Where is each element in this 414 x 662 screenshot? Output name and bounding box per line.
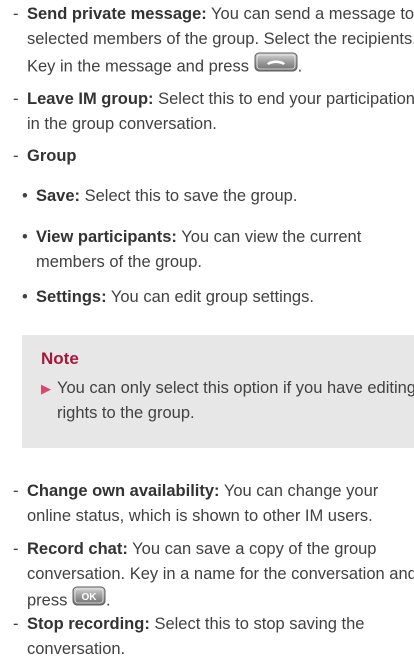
- item-title: Change own availability:: [27, 482, 220, 500]
- subitem-title: Save:: [36, 187, 81, 205]
- subitem-title: View participants:: [36, 228, 177, 246]
- dash-marker: -: [13, 615, 19, 633]
- dash-marker: -: [13, 5, 19, 23]
- note-text: You can only select this option if you h…: [57, 379, 414, 422]
- ok-key-icon: OK: [72, 586, 106, 614]
- stop-recording-item: - Stop recording: Select this to stop sav…: [13, 612, 414, 662]
- send-key-icon: [254, 51, 298, 81]
- manual-page: - Send private message: You can send a me…: [0, 0, 414, 658]
- dash-marker: -: [13, 147, 19, 165]
- ok-key-label: OK: [81, 592, 97, 603]
- note-title: Note: [41, 349, 79, 368]
- change-availability-item: - Change own availability: You can change…: [13, 479, 414, 529]
- group-item: - Group: [13, 144, 414, 169]
- dash-marker: -: [13, 540, 19, 558]
- item-title: Group: [27, 147, 77, 165]
- item-end-punctuation: .: [297, 57, 303, 76]
- dash-marker: -: [13, 90, 19, 108]
- note-box: Note ▶ You can only select this option if…: [22, 335, 414, 448]
- item-title: Stop recording:: [27, 615, 150, 633]
- subitem-title: Settings:: [36, 288, 107, 306]
- dash-marker: -: [13, 482, 19, 500]
- item-title: Leave IM group:: [27, 90, 154, 108]
- bullet-marker: •: [22, 187, 28, 205]
- note-text-row: ▶ You can only select this option if you …: [41, 376, 414, 426]
- view-participants-subitem: • View participants: You can view the cur…: [22, 225, 414, 275]
- leave-im-group-item: - Leave IM group: Select this to end your…: [13, 87, 414, 137]
- item-title: Record chat:: [27, 540, 128, 558]
- save-subitem: • Save: Select this to save the group.: [22, 184, 414, 209]
- item-end-punctuation: .: [105, 591, 111, 610]
- bullet-marker: •: [22, 288, 28, 306]
- record-chat-item: - Record chat: You can save a copy of the…: [13, 537, 414, 615]
- settings-subitem: • Settings: You can edit group settings.: [22, 285, 414, 310]
- item-title: Send private message:: [27, 5, 207, 23]
- subitem-description: Select this to save the group.: [84, 187, 298, 205]
- triangle-bullet-icon: ▶: [41, 381, 51, 396]
- send-private-message-item: - Send private message: You can send a me…: [13, 2, 414, 82]
- subitem-description: You can edit group settings.: [110, 288, 314, 306]
- bullet-marker: •: [22, 228, 28, 246]
